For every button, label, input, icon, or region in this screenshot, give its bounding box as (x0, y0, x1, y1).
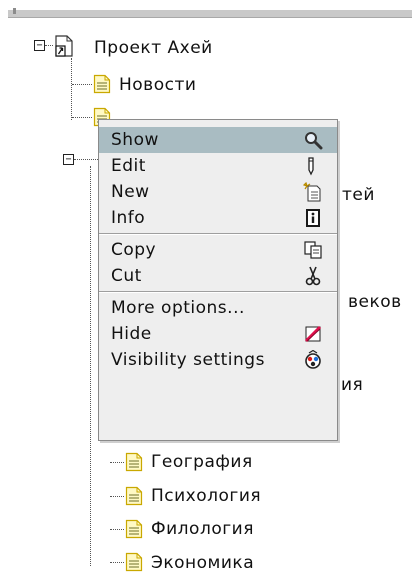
menu-item-label: More options... (111, 298, 245, 318)
tree-node-label[interactable]: Новости (119, 75, 196, 95)
document-icon (125, 452, 143, 472)
tree-node-label-partial[interactable]: веков (348, 292, 402, 312)
menu-item-label: New (111, 182, 150, 202)
document-icon (125, 519, 143, 539)
tree-node-label[interactable]: Филология (151, 519, 254, 539)
menu-item-label: Show (111, 130, 159, 150)
menu-item-label: Cut (111, 266, 142, 286)
menu-item-more-options[interactable]: More options... (99, 295, 337, 321)
document-icon (93, 74, 111, 94)
copy-icon (304, 241, 322, 259)
menu-item-new[interactable]: New (99, 179, 337, 205)
menu-separator (99, 291, 337, 293)
tree-connector (45, 45, 53, 46)
menu-item-hide[interactable]: Hide (99, 321, 337, 347)
visibility-settings-icon (305, 350, 321, 369)
tree-connector (110, 562, 124, 563)
hide-icon (304, 325, 322, 343)
menu-item-show[interactable]: Show (99, 127, 337, 153)
menu-item-visibility-settings[interactable]: Visibility settings (99, 347, 337, 373)
tree-connector (110, 529, 124, 530)
tree-node-label[interactable]: География (151, 452, 253, 472)
project-icon (55, 35, 73, 57)
menu-item-cut[interactable]: Cut (99, 263, 337, 289)
tree-node-root-label[interactable]: Проект Ахей (94, 38, 213, 58)
new-document-icon (303, 182, 321, 202)
tree-guide-line (71, 58, 72, 120)
root-collapse-toggle[interactable]: − (34, 40, 45, 51)
pencil-icon (308, 157, 314, 176)
tree-node-label[interactable]: Экономика (151, 553, 254, 573)
menu-item-info[interactable]: Info (99, 205, 337, 231)
tree-connector (74, 159, 98, 160)
context-menu: Show Edit New Info Copy Cut More options… (98, 119, 338, 441)
tree-node-label[interactable]: Психология (151, 486, 261, 506)
menu-item-copy[interactable]: Copy (99, 237, 337, 263)
tree-connector (110, 462, 124, 463)
folder-collapse-toggle[interactable]: − (63, 154, 74, 165)
document-icon (125, 552, 143, 572)
menu-item-edit[interactable]: Edit (99, 153, 337, 179)
tree-node-label-partial[interactable]: ия (341, 375, 363, 395)
menu-item-label: Edit (111, 156, 146, 176)
info-icon (306, 209, 320, 227)
tree-connector (72, 84, 92, 85)
menu-item-label: Visibility settings (111, 350, 265, 370)
document-icon (125, 486, 143, 506)
tree-node-label-partial[interactable]: тей (342, 185, 375, 205)
tree-guide-line (90, 166, 91, 566)
tree-connector (72, 117, 92, 118)
tree-connector (110, 496, 124, 497)
magnifier-icon (305, 132, 323, 150)
menu-separator (99, 233, 337, 235)
menu-item-label: Hide (111, 324, 152, 344)
menu-item-label: Copy (111, 240, 157, 260)
menu-item-label: Info (111, 208, 146, 228)
scissors-icon (305, 266, 321, 286)
